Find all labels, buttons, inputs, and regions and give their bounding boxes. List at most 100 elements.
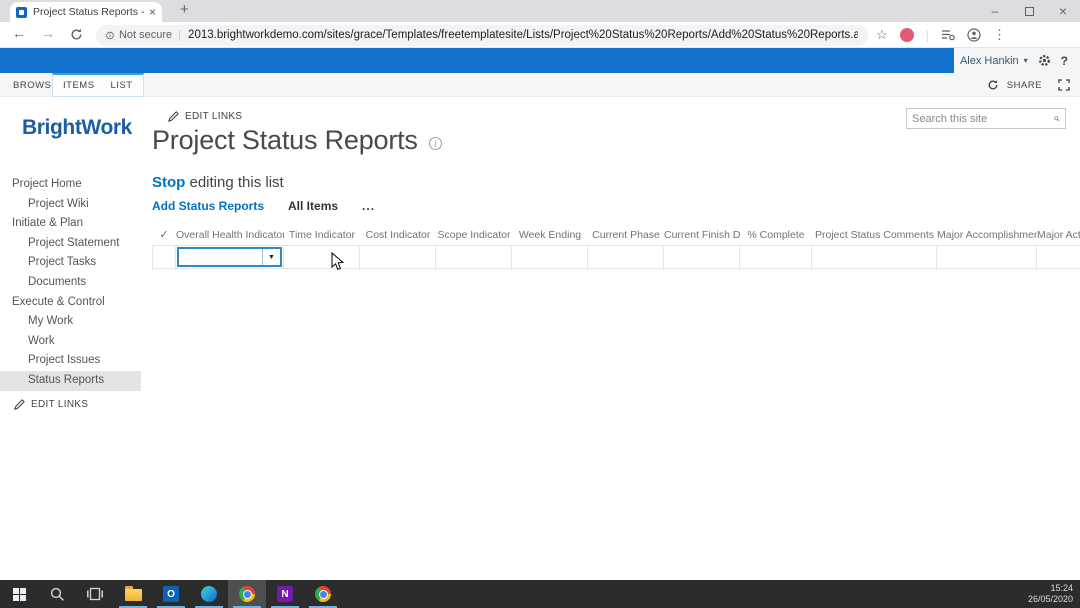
sidebar: BrightWork Project Home Project Wiki Ini… — [0, 97, 150, 580]
chrome-button-2[interactable] — [304, 580, 342, 608]
url-text: 2013.brightworkdemo.com/sites/grace/Temp… — [188, 29, 858, 41]
dropdown-caret-icon: ▼ — [268, 253, 275, 261]
mouse-cursor — [331, 252, 344, 271]
browser-toolbar: ← → Not secure | 2013.brightworkdemo.com… — [0, 22, 1080, 48]
search-icon[interactable] — [1054, 113, 1060, 125]
minimize-button[interactable]: – — [978, 0, 1012, 22]
sidebar-item-execute-control[interactable]: Execute & Control — [0, 293, 141, 313]
dropdown-button[interactable]: ▼ — [262, 249, 280, 265]
search-icon — [50, 587, 64, 601]
column-header[interactable]: Scope Indicator — [436, 229, 512, 241]
help-button[interactable]: ? — [1061, 54, 1068, 68]
extension-profile-icon[interactable] — [967, 28, 981, 42]
brightwork-logo[interactable]: BrightWork — [22, 116, 132, 140]
back-icon[interactable]: ← — [12, 25, 26, 41]
sidebar-item-project-wiki[interactable]: Project Wiki — [0, 195, 141, 215]
view-all-items-link[interactable]: All Items — [288, 199, 338, 213]
reading-list-icon[interactable] — [941, 29, 955, 41]
bookmark-star-icon[interactable]: ☆ — [876, 27, 888, 43]
sidebar-item-project-home[interactable]: Project Home — [0, 175, 141, 195]
start-button[interactable] — [0, 580, 38, 608]
health-indicator-dropdown[interactable]: ▼ — [177, 247, 282, 267]
column-header[interactable]: Current Phase — [588, 229, 664, 241]
suite-bar: Alex Hankin ▾ ? — [0, 48, 1080, 73]
close-window-button[interactable]: × — [1046, 0, 1080, 22]
info-icon[interactable]: i — [428, 137, 442, 150]
sidebar-item-project-statement[interactable]: Project Statement — [0, 234, 141, 254]
column-header[interactable]: Overall Health Indicator — [176, 229, 284, 241]
grid-cell[interactable] — [937, 245, 1037, 269]
share-button[interactable]: SHARE — [1007, 80, 1042, 91]
tab-items[interactable]: ITEMS — [63, 80, 95, 91]
view-more-ellipsis[interactable]: ... — [362, 199, 375, 213]
edge-button[interactable] — [190, 580, 228, 608]
row-select-cell[interactable] — [152, 245, 176, 269]
taskbar-search-button[interactable] — [38, 580, 76, 608]
refresh-icon[interactable] — [70, 28, 83, 41]
forward-icon[interactable]: → — [41, 25, 55, 41]
column-header[interactable]: Project Status Comments — [812, 229, 937, 241]
page-edit-links[interactable]: EDIT LINKS — [168, 111, 242, 122]
settings-gear-icon[interactable] — [1038, 54, 1051, 67]
ribbon-tab-row: BROWSE ITEMS LIST SHARE — [0, 73, 1080, 97]
windows-logo-icon — [12, 587, 26, 601]
profile-avatar[interactable] — [899, 28, 914, 42]
follow-sync-icon[interactable] — [987, 79, 999, 91]
grid-cell[interactable] — [512, 245, 588, 269]
sidebar-item-project-tasks[interactable]: Project Tasks — [0, 253, 141, 273]
grid-cell[interactable] — [360, 245, 436, 269]
user-menu[interactable]: Alex Hankin — [960, 55, 1019, 67]
screen: { "browser": { "tab_title": "Project Sta… — [0, 0, 1080, 608]
grid-cell[interactable] — [664, 245, 740, 269]
stop-editing-text: editing this list — [185, 174, 284, 191]
edge-icon — [201, 586, 217, 602]
taskbar-clock[interactable]: 15:24 26/05/2020 — [1028, 583, 1073, 605]
address-bar[interactable]: Not secure | 2013.brightworkdemo.com/sit… — [96, 24, 868, 46]
browser-tab[interactable]: Project Status Reports - Add Sta × — [10, 2, 162, 22]
file-explorer-button[interactable] — [114, 580, 152, 608]
sidebar-item-documents[interactable]: Documents — [0, 273, 141, 293]
sidebar-item-my-work[interactable]: My Work — [0, 312, 141, 332]
column-header[interactable]: Week Ending — [512, 229, 588, 241]
grid-cell[interactable] — [740, 245, 812, 269]
grid-cell[interactable] — [436, 245, 512, 269]
search-input[interactable] — [912, 112, 1054, 125]
stop-editing-link[interactable]: Stop — [152, 174, 185, 191]
not-secure-info-icon[interactable] — [106, 30, 114, 41]
task-view-button[interactable] — [76, 580, 114, 608]
column-header[interactable]: Cost Indicator — [360, 229, 436, 241]
select-all-checkmark[interactable]: ✓ — [152, 228, 176, 241]
sidebar-item-project-issues[interactable]: Project Issues — [0, 351, 141, 371]
onenote-button[interactable]: N — [266, 580, 304, 608]
column-header[interactable]: Major Accomplishments — [937, 229, 1037, 241]
grid-cell[interactable] — [1037, 245, 1080, 269]
add-status-reports-link[interactable]: Add Status Reports — [152, 199, 264, 213]
column-header[interactable]: % Complete — [740, 229, 812, 241]
sidebar-item-initiate-plan[interactable]: Initiate & Plan — [0, 214, 141, 234]
overall-health-cell[interactable]: ▼ — [176, 245, 284, 269]
grid-cell[interactable] — [284, 245, 360, 269]
tab-list[interactable]: LIST — [111, 80, 133, 91]
new-tab-button[interactable]: + — [180, 1, 189, 18]
browser-menu-icon[interactable]: ⋮ — [993, 27, 1006, 43]
sidebar-item-work[interactable]: Work — [0, 332, 141, 352]
column-header[interactable]: Current Finish Date — [664, 229, 740, 241]
taskbar: O N 15:24 26/05/2020 — [0, 580, 1080, 608]
maximize-button[interactable] — [1012, 0, 1046, 22]
sidebar-item-status-reports[interactable]: Status Reports — [0, 370, 141, 391]
status-reports-grid: ✓ Overall Health Indicator Time Indicato… — [152, 227, 1080, 269]
outlook-button[interactable]: O — [152, 580, 190, 608]
column-header[interactable]: Major Activi — [1037, 229, 1080, 241]
column-header[interactable]: Time Indicator — [284, 229, 360, 241]
grid-cell[interactable] — [812, 245, 937, 269]
focus-mode-icon[interactable] — [1058, 79, 1070, 91]
sidebar-edit-links[interactable]: EDIT LINKS — [14, 399, 88, 410]
window-controls: – × — [978, 0, 1080, 22]
clock-date: 26/05/2020 — [1027, 594, 1073, 604]
sharepoint-favicon — [16, 6, 27, 18]
chrome-button-active[interactable] — [228, 580, 266, 608]
browser-tab-strip: Project Status Reports - Add Sta × + – × — [0, 0, 1080, 22]
grid-cell[interactable] — [588, 245, 664, 269]
tab-title: Project Status Reports - Add Sta — [33, 6, 145, 18]
tab-close-icon[interactable]: × — [149, 5, 156, 19]
